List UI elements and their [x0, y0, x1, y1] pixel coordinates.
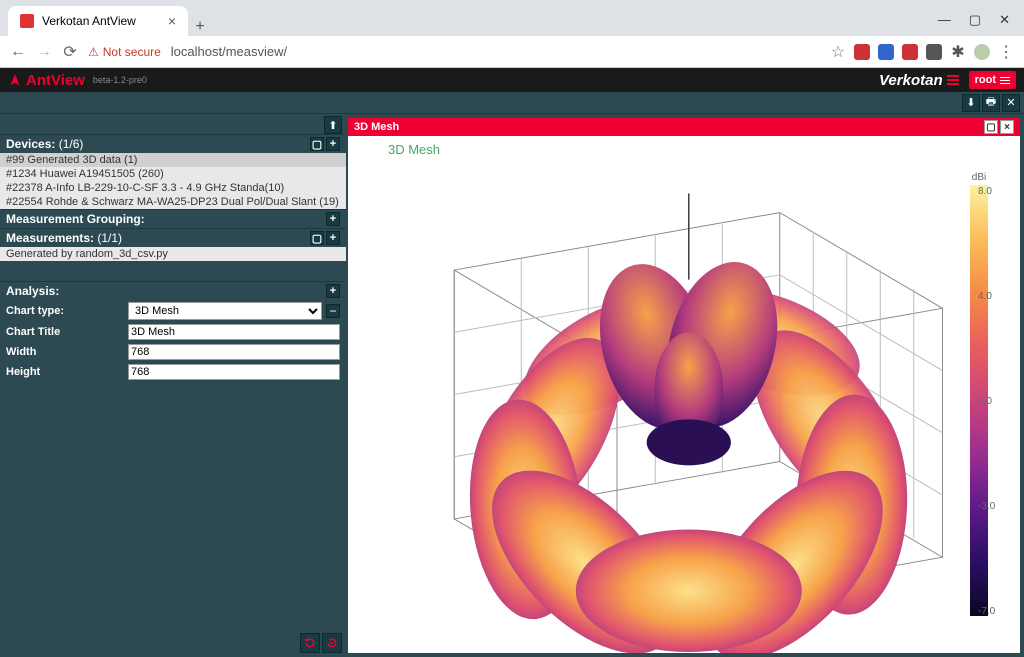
height-input[interactable] [128, 364, 340, 380]
forward-icon[interactable]: → [36, 43, 52, 61]
back-icon[interactable]: ← [10, 43, 26, 61]
reload-icon[interactable]: ⟳ [62, 42, 78, 62]
new-tab-button[interactable]: + [188, 18, 212, 36]
chrome-menu-icon[interactable]: ⋮ [998, 42, 1014, 62]
browser-tab[interactable]: Verkotan AntView × [8, 6, 188, 36]
devices-add-button[interactable]: + [326, 137, 340, 151]
refresh-button[interactable] [300, 633, 320, 653]
app-header: AntView beta-1.2-pre0 Verkotan root [0, 68, 1024, 92]
logo-icon [8, 73, 22, 87]
width-input[interactable] [128, 344, 340, 360]
list-item[interactable]: Generated by random_3d_csv.py [0, 247, 346, 261]
window-controls: — ▢ ✕ [938, 12, 1024, 36]
favicon-icon [20, 14, 34, 28]
measurements-add-button[interactable]: + [326, 231, 340, 245]
app-title: AntView beta-1.2-pre0 [8, 72, 147, 89]
list-item[interactable]: #1234 Huawei A19451505 (260) [0, 167, 346, 181]
colorbar: dBi 8.0 4.0 0.0 -3.0 -7.0 [954, 172, 1004, 617]
height-row: Height [0, 362, 346, 382]
grouping-add-button[interactable]: + [326, 212, 340, 226]
ext-icon-4[interactable] [926, 44, 942, 60]
profile-avatar[interactable] [974, 44, 990, 60]
width-label: Width [6, 346, 124, 358]
warning-icon: ⚠ [88, 45, 99, 59]
measurements-copy-button[interactable]: ▢ [310, 231, 324, 245]
list-item[interactable]: #22554 Rohde & Schwarz MA-WA25-DP23 Dual… [0, 195, 346, 209]
chart-type-row: Chart type: 3D Mesh − [0, 300, 346, 322]
width-row: Width [0, 342, 346, 362]
colorbar-label: dBi [954, 172, 1004, 183]
grouping-header[interactable]: Measurement Grouping: + [0, 209, 346, 228]
star-icon[interactable]: ☆ [830, 42, 846, 62]
browser-tabstrip: Verkotan AntView × + — ▢ ✕ [0, 0, 1024, 36]
extensions-icon[interactable]: ✱ [950, 42, 966, 62]
viz-header: 3D Mesh ▢ × [348, 118, 1020, 136]
close-window-icon[interactable]: ✕ [999, 12, 1010, 28]
chart-type-select[interactable]: 3D Mesh [128, 302, 322, 320]
url-text[interactable]: localhost/measview/ [171, 44, 287, 59]
user-menu-button[interactable]: root [969, 71, 1016, 89]
minimize-icon[interactable]: — [938, 12, 951, 28]
chart-title-row: Chart Title [0, 322, 346, 342]
tab-title: Verkotan AntView [42, 14, 136, 28]
close-panel-button[interactable]: ✕ [1002, 94, 1020, 112]
hamburger-icon [1000, 77, 1010, 84]
main-panel: 3D Mesh ▢ × 3D Mesh [346, 114, 1024, 657]
download-button[interactable]: ⬇ [962, 94, 980, 112]
ext-icon-3[interactable] [902, 44, 918, 60]
maximize-icon[interactable]: ▢ [969, 12, 981, 28]
address-bar: ← → ⟳ ⚠ Not secure localhost/measview/ ☆… [0, 36, 1024, 68]
devices-header[interactable]: Devices: (1/6) ▢ + [0, 134, 346, 153]
sidebar: ⬆ Devices: (1/6) ▢ + #99 Generated 3D da… [0, 114, 346, 657]
close-tab-icon[interactable]: × [168, 13, 176, 29]
extensions-area: ☆ ✱ ⋮ [830, 42, 1014, 62]
height-label: Height [6, 366, 124, 378]
brand-bars-icon [947, 75, 959, 85]
analysis-header[interactable]: Analysis: + [0, 281, 346, 300]
plot-title: 3D Mesh [388, 142, 440, 157]
chart-type-label: Chart type: [6, 305, 124, 317]
chart-type-remove-button[interactable]: − [326, 304, 340, 318]
measurements-list[interactable]: Generated by random_3d_csv.py [0, 247, 346, 261]
sidebar-upload-button[interactable]: ⬆ [324, 116, 342, 134]
sidebar-bottom-actions [300, 633, 342, 653]
brand-label: Verkotan [879, 72, 959, 89]
list-item[interactable]: #22378 A-Info LB-229-10-C-SF 3.3 - 4.9 G… [0, 181, 346, 195]
devices-list[interactable]: #99 Generated 3D data (1) #1234 Huawei A… [0, 153, 346, 209]
analysis-add-button[interactable]: + [326, 284, 340, 298]
plot-3d-mesh[interactable] [348, 136, 1020, 653]
run-button[interactable] [322, 633, 342, 653]
viz-body[interactable]: 3D Mesh [348, 136, 1020, 653]
devices-copy-button[interactable]: ▢ [310, 137, 324, 151]
viz-maximize-button[interactable]: ▢ [984, 120, 998, 134]
measurements-header[interactable]: Measurements: (1/1) ▢ + [0, 228, 346, 247]
list-item[interactable]: #99 Generated 3D data (1) [0, 153, 346, 167]
colorbar-ticks: 8.0 4.0 0.0 -3.0 -7.0 [978, 186, 1004, 617]
chart-title-input[interactable] [128, 324, 340, 340]
ext-icon-2[interactable] [878, 44, 894, 60]
not-secure-badge[interactable]: ⚠ Not secure [88, 45, 161, 59]
viz-close-button[interactable]: × [1000, 120, 1014, 134]
chart-title-label: Chart Title [6, 326, 124, 338]
app-toolbar: ⬇ 🖶 ✕ [0, 92, 1024, 114]
print-button[interactable]: 🖶 [982, 94, 1000, 112]
ext-icon-1[interactable] [854, 44, 870, 60]
